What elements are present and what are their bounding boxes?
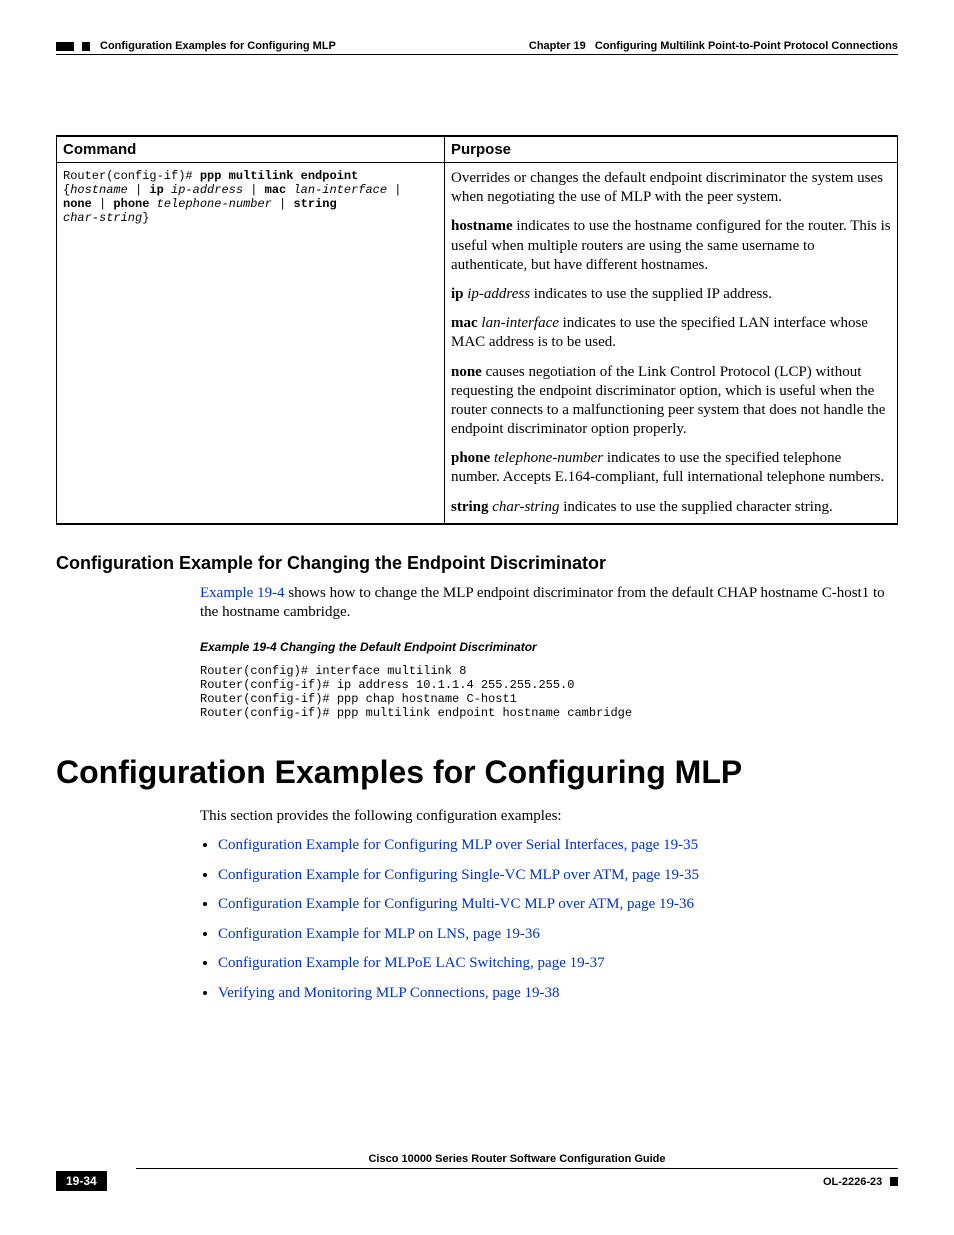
list-item: Configuration Example for Configuring ML… <box>218 836 896 856</box>
running-header: Configuration Examples for Configuring M… <box>56 40 898 52</box>
main-section-heading: Configuration Examples for Configuring M… <box>56 754 898 791</box>
purpose-cell: Overrides or changes the default endpoin… <box>445 163 898 524</box>
footer-decor-block <box>890 1177 898 1186</box>
header-rule <box>56 54 898 55</box>
purpose-overview: Overrides or changes the default endpoin… <box>451 169 891 207</box>
example-link[interactable]: Configuration Example for MLP on LNS, pa… <box>218 926 540 942</box>
header-decor-block-small <box>82 42 90 51</box>
command-reference-table: Command Purpose Router(config-if)# ppp m… <box>56 135 898 525</box>
purpose-phone: phone telephone-number indicates to use … <box>451 449 891 487</box>
example-link[interactable]: Verifying and Monitoring MLP Connections… <box>218 985 559 1001</box>
list-item: Configuration Example for Configuring Si… <box>218 866 896 886</box>
list-item: Verifying and Monitoring MLP Connections… <box>218 984 896 1004</box>
purpose-mac: mac lan-interface indicates to use the s… <box>451 314 891 352</box>
page-footer: Cisco 10000 Series Router Software Confi… <box>56 1153 898 1191</box>
examples-link-list: Configuration Example for Configuring ML… <box>200 836 896 1003</box>
command-syntax-cell: Router(config-if)# ppp multilink endpoin… <box>57 163 445 524</box>
example-xref-link[interactable]: Example 19-4 <box>200 585 285 601</box>
header-decor-block <box>56 42 74 51</box>
header-section-title: Configuration Examples for Configuring M… <box>100 40 336 52</box>
table-header-purpose: Purpose <box>445 136 898 163</box>
purpose-hostname: hostname indicates to use the hostname c… <box>451 217 891 275</box>
page-number: 19-34 <box>56 1171 107 1191</box>
example-link[interactable]: Configuration Example for Configuring Mu… <box>218 896 694 912</box>
example-link[interactable]: Configuration Example for Configuring Si… <box>218 867 699 883</box>
subsection-intro-para: Example 19-4 shows how to change the MLP… <box>200 584 896 622</box>
example-caption: Example 19-4 Changing the Default Endpoi… <box>200 640 896 654</box>
list-item: Configuration Example for Configuring Mu… <box>218 895 896 915</box>
purpose-string: string char-string indicates to use the … <box>451 498 891 517</box>
table-header-command: Command <box>57 136 445 163</box>
example-link[interactable]: Configuration Example for MLPoE LAC Swit… <box>218 955 605 971</box>
list-item: Configuration Example for MLP on LNS, pa… <box>218 925 896 945</box>
purpose-ip: ip ip-address indicates to use the suppl… <box>451 285 891 304</box>
example-link[interactable]: Configuration Example for Configuring ML… <box>218 837 698 853</box>
list-item: Configuration Example for MLPoE LAC Swit… <box>218 954 896 974</box>
header-chapter-title: Configuring Multilink Point-to-Point Pro… <box>595 40 898 52</box>
document-number: OL-2226-23 <box>823 1176 882 1188</box>
purpose-none: none causes negotiation of the Link Cont… <box>451 363 891 440</box>
example-code-block: Router(config)# interface multilink 8 Ro… <box>200 664 896 720</box>
footer-rule <box>136 1168 898 1169</box>
main-section-intro: This section provides the following conf… <box>200 807 896 826</box>
header-chapter-label: Chapter 19 <box>529 40 586 52</box>
footer-guide-title: Cisco 10000 Series Router Software Confi… <box>136 1153 898 1165</box>
subsection-heading: Configuration Example for Changing the E… <box>56 553 898 574</box>
